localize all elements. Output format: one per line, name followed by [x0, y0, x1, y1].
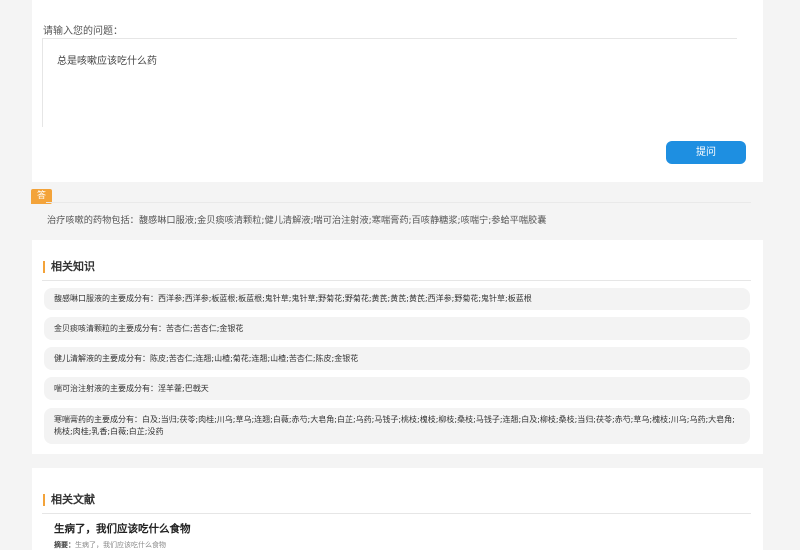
answer-divider — [46, 202, 751, 203]
ask-button[interactable]: 提问 — [666, 141, 746, 164]
literature-item-title[interactable]: 生病了，我们应该吃什么食物 — [54, 521, 191, 536]
literature-divider — [42, 513, 751, 514]
knowledge-item[interactable]: 金贝痰咳清颗粒的主要成分有：苦杏仁;苦杏仁;金银花 — [44, 317, 750, 340]
knowledge-divider — [42, 280, 751, 281]
knowledge-item-text: 馥感啉口服液的主要成分有：西洋参;西洋参;板蓝根;板蓝根;鬼针草;鬼针草;野菊花… — [54, 294, 532, 303]
question-card: 请输入您的问题： 总是咳嗽应该吃什么药 提问 — [32, 0, 763, 182]
question-text[interactable]: 总是咳嗽应该吃什么药 — [57, 52, 157, 67]
knowledge-card: 相关知识 馥感啉口服液的主要成分有：西洋参;西洋参;板蓝根;板蓝根;鬼针草;鬼针… — [32, 240, 763, 454]
knowledge-item-text: 喘可治注射液的主要成分有：淫羊藿;巴戟天 — [54, 384, 209, 393]
knowledge-item[interactable]: 馥感啉口服液的主要成分有：西洋参;西洋参;板蓝根;板蓝根;鬼针草;鬼针草;野菊花… — [44, 288, 750, 310]
literature-item-snippet: 摘要：生病了，我们应该吃什么食物 — [54, 540, 166, 550]
knowledge-item[interactable]: 喘可治注射液的主要成分有：淫羊藿;巴戟天 — [44, 377, 750, 400]
snippet-label: 摘要： — [54, 541, 75, 549]
knowledge-item[interactable]: 健儿清解液的主要成分有：陈皮;苦杏仁;连翘;山楂;菊花;连翘;山楂;苦杏仁;陈皮… — [44, 347, 750, 370]
literature-card: 相关文献 生病了，我们应该吃什么食物 摘要：生病了，我们应该吃什么食物 — [32, 468, 763, 550]
knowledge-item-text: 健儿清解液的主要成分有：陈皮;苦杏仁;连翘;山楂;菊花;连翘;山楂;苦杏仁;陈皮… — [54, 354, 359, 363]
knowledge-title: 相关知识 — [43, 261, 95, 273]
snippet-text: 生病了，我们应该吃什么食物 — [75, 541, 166, 549]
knowledge-item[interactable]: 寒喘膏药的主要成分有：白及;当归;茯苓;肉桂;川乌;草乌;连翘;白薇;赤芍;大皂… — [44, 408, 750, 444]
answer-text: 治疗咳嗽的药物包括：馥感啉口服液;金贝痰咳清颗粒;健儿清解液;喘可治注射液;寒喘… — [47, 215, 547, 226]
question-label: 请输入您的问题： — [43, 26, 123, 37]
literature-title: 相关文献 — [43, 494, 95, 506]
question-textarea[interactable]: 总是咳嗽应该吃什么药 — [42, 38, 737, 127]
knowledge-item-text: 寒喘膏药的主要成分有：白及;当归;茯苓;肉桂;川乌;草乌;连翘;白薇;赤芍;大皂… — [54, 415, 735, 436]
knowledge-item-text: 金贝痰咳清颗粒的主要成分有：苦杏仁;苦杏仁;金银花 — [54, 324, 244, 333]
